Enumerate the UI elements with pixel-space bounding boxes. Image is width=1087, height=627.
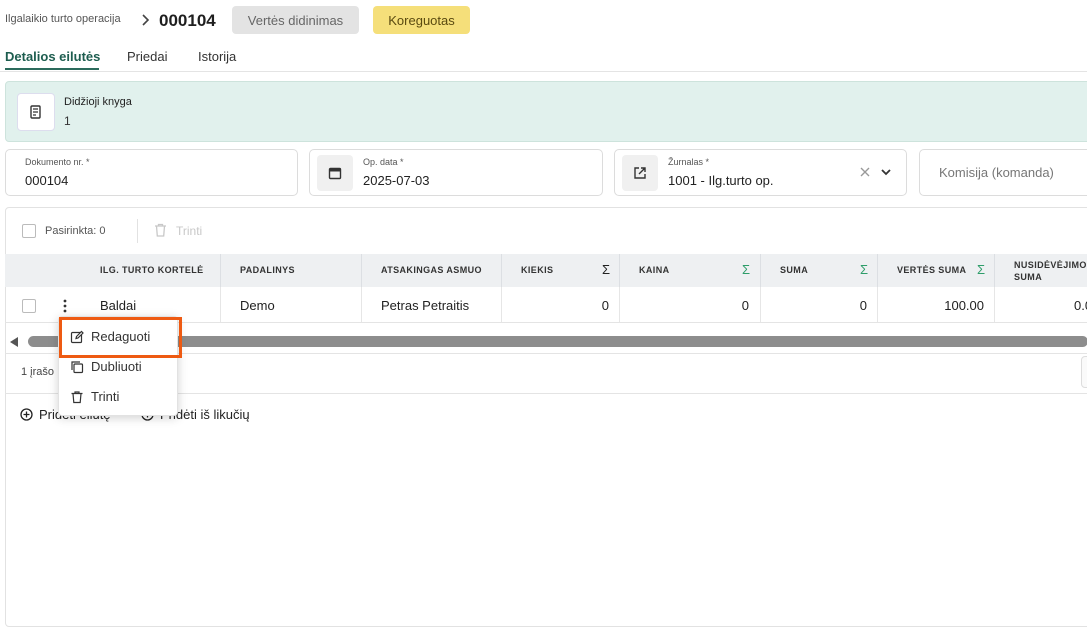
calendar-icon[interactable] [317,155,353,191]
trash-icon [154,223,167,237]
column-header-card[interactable]: ILG. TURTO KORTELĖ [100,265,204,275]
operation-date-field[interactable]: Op. data * 2025-07-03 [309,149,603,196]
ledger-value: 1 [64,114,71,128]
breadcrumb[interactable]: Ilgalaikio turto operacija [5,13,121,25]
cell-quantity[interactable]: 0 [502,298,609,313]
copy-icon [70,360,84,374]
row-checkbox[interactable] [22,299,36,313]
open-external-icon[interactable] [622,155,658,191]
clear-icon[interactable] [859,166,871,178]
document-number-value: 000104 [25,173,69,188]
journal-label: Žurnalas * [668,157,710,167]
cell-card[interactable]: Baldai [100,298,136,313]
cell-unit[interactable]: Demo [240,298,275,313]
cell-depreciation[interactable]: 0.0 [1074,298,1087,313]
page-size-select[interactable] [1081,356,1087,388]
journal-field[interactable]: Žurnalas * 1001 - Ilg.turto op. [614,149,907,196]
sum-icon[interactable]: Σ [742,262,750,277]
menu-item-delete-label: Trinti [91,389,120,404]
menu-item-duplicate-label: Dubliuoti [91,359,142,374]
column-header-unit[interactable]: PADALINYS [240,265,295,275]
active-tab-indicator [5,68,99,70]
selected-count: Pasirinkta: 0 [45,225,106,237]
sum-icon[interactable]: Σ [602,262,610,277]
tabs-divider [0,71,1087,72]
commission-field[interactable]: Komisija (komanda) [919,149,1087,196]
operation-date-label: Op. data * [363,157,404,167]
cell-price[interactable]: 0 [620,298,749,313]
record-count: 1 įrašo [21,366,55,378]
column-separator [361,254,362,287]
column-header-depreciation-sum[interactable]: SUMA [1014,272,1042,282]
journal-value: 1001 - Ilg.turto op. [668,173,774,188]
scroll-left-arrow[interactable] [10,337,18,347]
trash-icon [70,390,84,404]
document-number-field[interactable]: Dokumento nr. * 000104 [5,149,298,196]
column-separator [501,254,502,287]
cell-separator [361,287,362,323]
commission-placeholder: Komisija (komanda) [939,165,1054,180]
column-header-depreciation[interactable]: NUSIDĖVĖJIMO [1014,260,1087,270]
column-separator [220,254,221,287]
column-separator [994,254,995,287]
tab-attachments[interactable]: Priedai [127,49,167,64]
column-header-price[interactable]: KAINA [639,265,670,275]
focus-highlight [59,317,182,358]
sum-icon[interactable]: Σ [977,262,985,277]
chevron-right-icon [140,13,150,27]
column-separator [877,254,878,287]
tab-history[interactable]: Istorija [198,49,236,64]
cell-person[interactable]: Petras Petraitis [381,298,469,313]
delete-button[interactable]: Trinti [176,224,202,238]
cell-separator [220,287,221,323]
cell-value-sum[interactable]: 100.00 [878,298,984,313]
select-all-checkbox[interactable] [22,224,36,238]
operation-date-value: 2025-07-03 [363,173,430,188]
column-header-sum[interactable]: SUMA [780,265,808,275]
page-title: 000104 [159,11,216,30]
plus-circle-icon [20,408,33,421]
column-header-person[interactable]: ATSAKINGAS ASMUO [381,265,482,275]
ledger-banner [5,81,1087,142]
cell-sum[interactable]: 0 [761,298,867,313]
status-badge: Koreguotas [373,6,470,34]
chevron-down-icon[interactable] [880,167,892,177]
menu-item-duplicate[interactable]: Dubliuoti [70,359,142,374]
column-separator [619,254,620,287]
ledger-label: Didžioji knyga [64,96,132,108]
document-number-label: Dokumento nr. * [25,157,90,167]
row-actions-icon[interactable] [63,299,67,313]
tab-details[interactable]: Detalios eilutės [5,49,100,64]
ledger-book-icon [17,93,55,131]
menu-item-delete[interactable]: Trinti [70,389,119,404]
toolbar-divider [137,219,138,243]
column-separator [760,254,761,287]
horizontal-scrollbar[interactable] [28,336,1087,347]
cell-separator [994,287,995,323]
column-header-value-sum[interactable]: VERTĖS SUMA [897,265,966,275]
column-header-quantity[interactable]: KIEKIS [521,265,553,275]
sum-icon[interactable]: Σ [860,262,868,277]
operation-type-badge: Vertės didinimas [232,6,359,34]
